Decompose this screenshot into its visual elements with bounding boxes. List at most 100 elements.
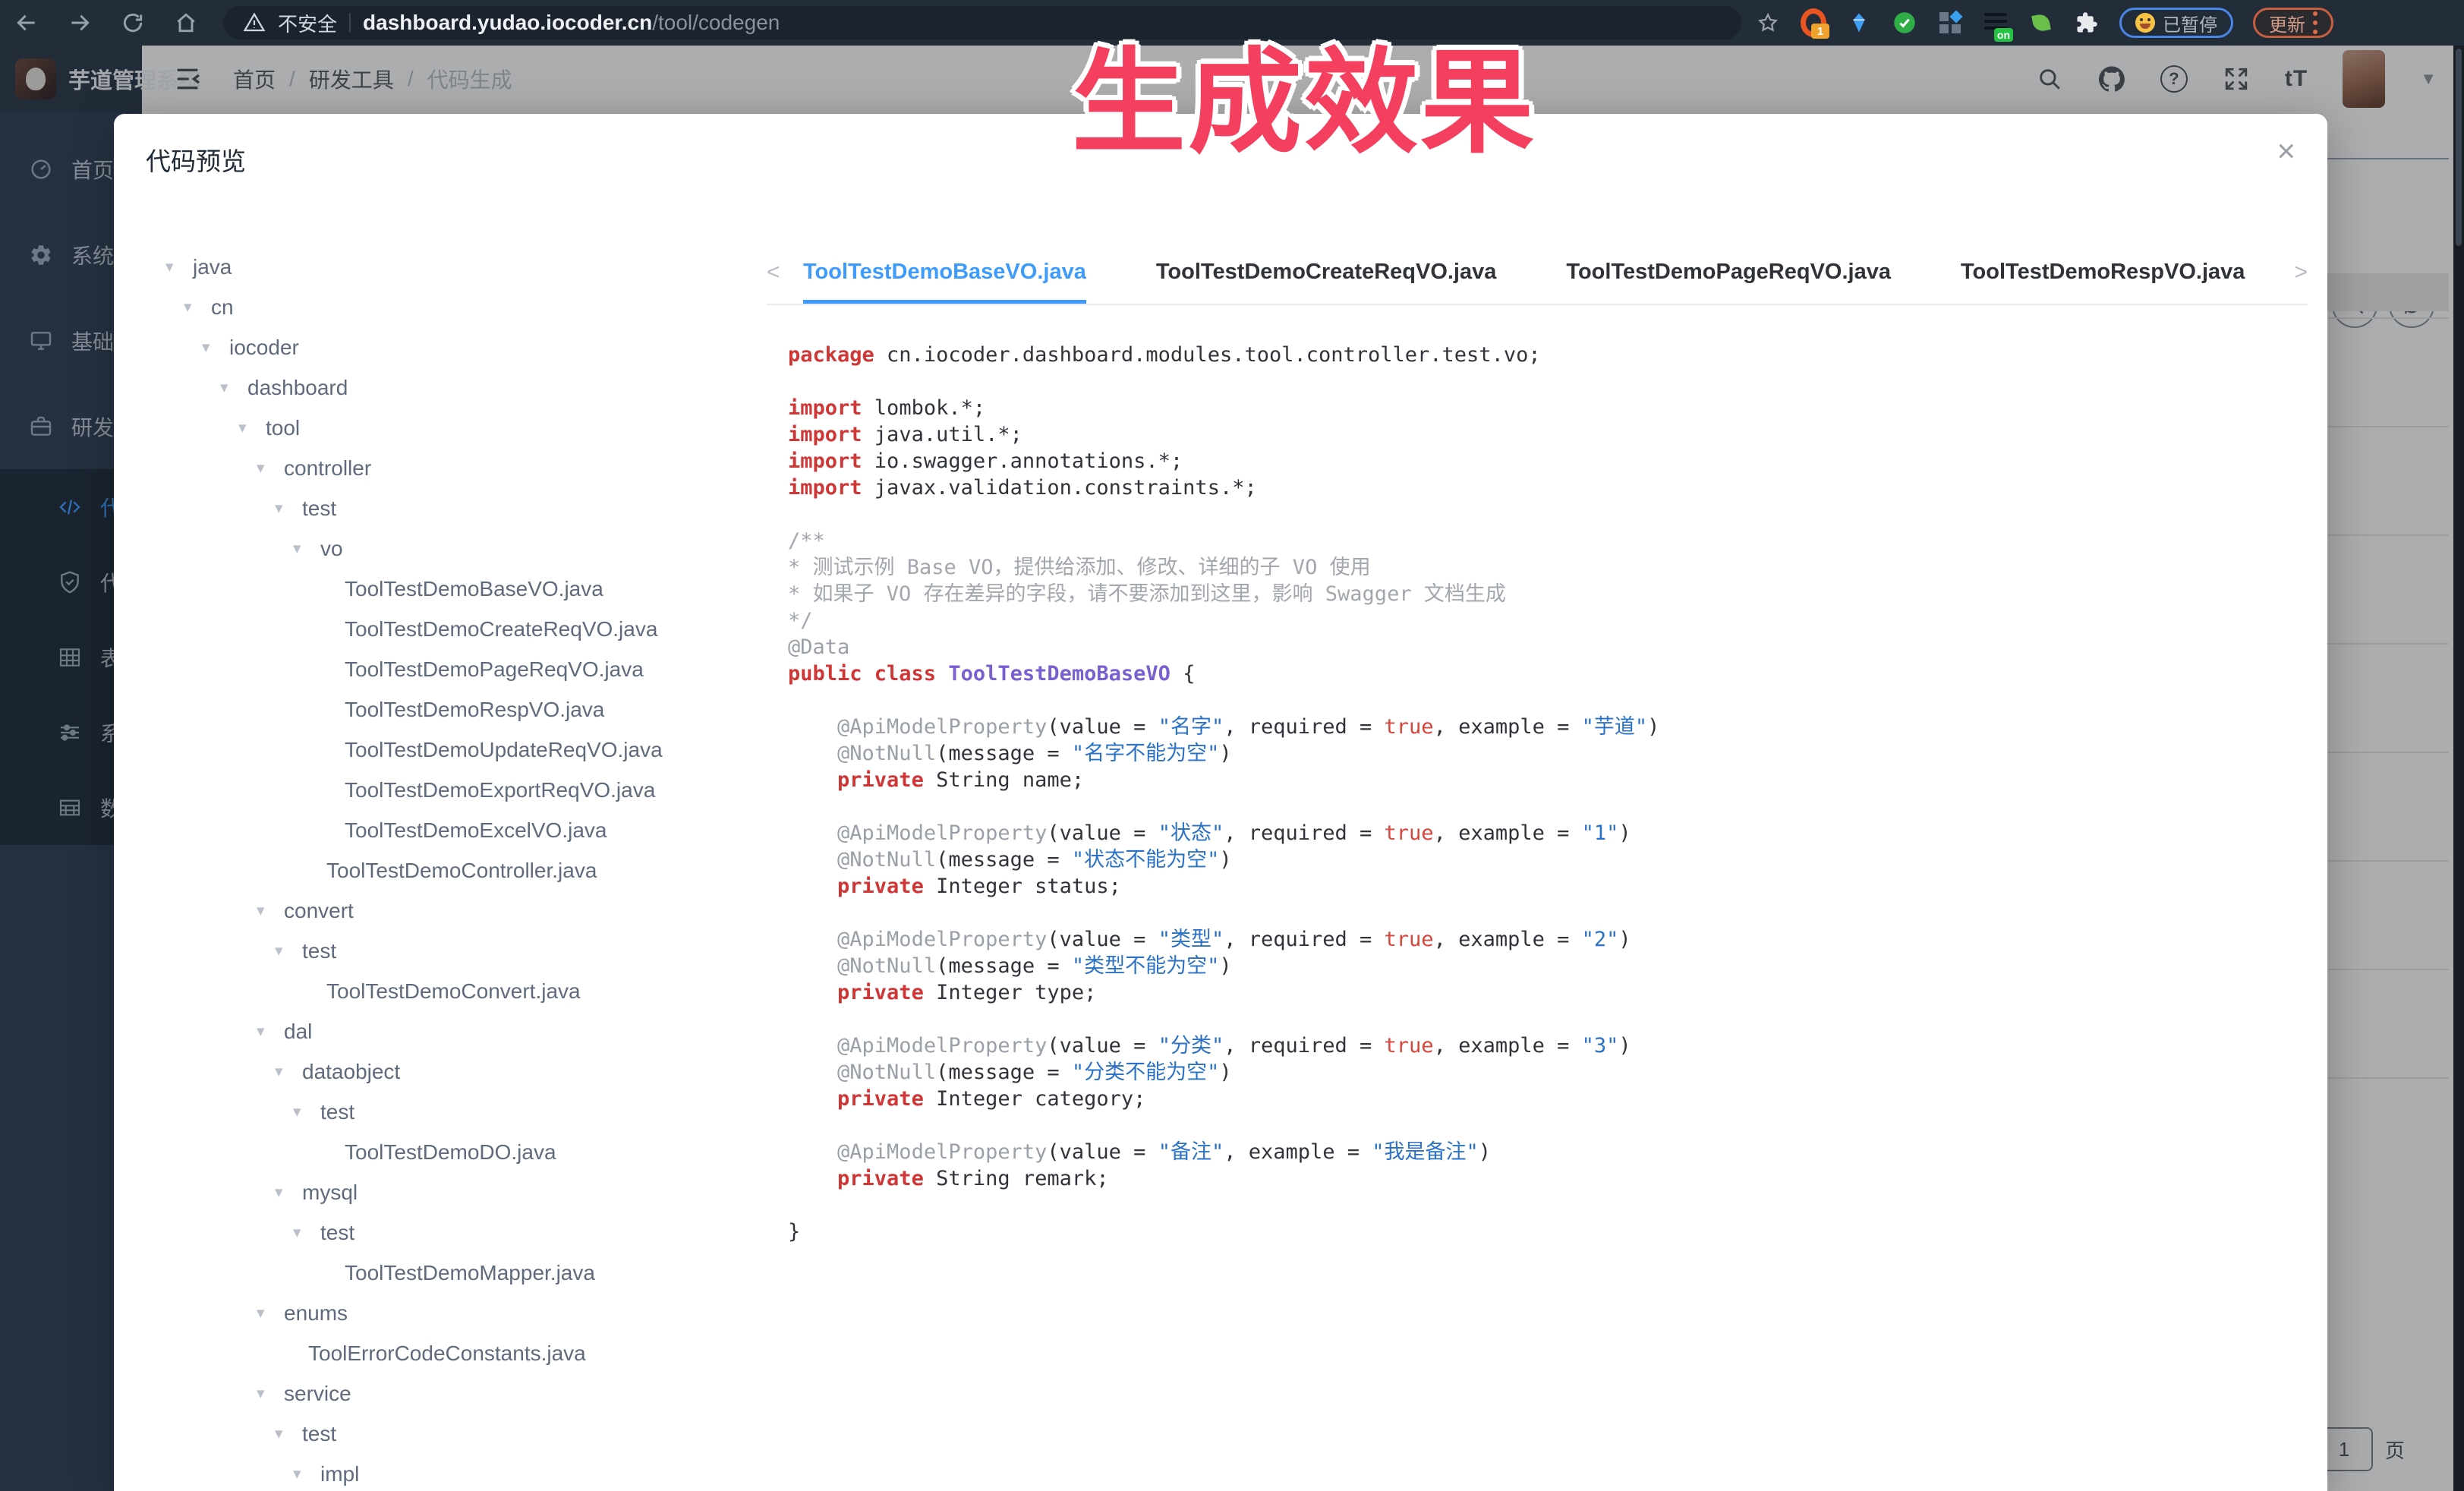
tree-node-label: dataobject	[302, 1060, 400, 1084]
tree-node-folder[interactable]: ▾dataobject	[158, 1051, 774, 1092]
gem-extension-icon[interactable]	[1846, 10, 1872, 36]
code-line: import javax.validation.constraints.*;	[788, 474, 2300, 501]
back-icon[interactable]	[0, 0, 53, 46]
window-scrollbar[interactable]	[2453, 46, 2464, 1491]
code-line: import lombok.*;	[788, 395, 2300, 421]
tree-node-folder[interactable]: ▾controller	[158, 448, 774, 488]
tree-node-file[interactable]: ToolTestDemoPageReqVO.java	[158, 649, 774, 689]
tree-node-file[interactable]: ToolTestDemoUpdateReqVO.java	[158, 730, 774, 770]
caret-down-icon: ▾	[275, 499, 302, 518]
tree-node-label: ToolTestDemoDO.java	[345, 1140, 556, 1165]
code-line: @ApiModelProperty(value = "类型", required…	[788, 926, 2300, 953]
tabs-prev-icon[interactable]: <	[767, 241, 780, 304]
caret-down-icon: ▾	[257, 1384, 284, 1403]
tree-node-file[interactable]: ToolTestDemoExcelVO.java	[158, 810, 774, 850]
tree-node-file[interactable]: ToolTestDemoController.java	[158, 850, 774, 891]
tree-node-label: test	[320, 1100, 354, 1124]
tree-node-label: ToolTestDemoConvert.java	[326, 979, 581, 1004]
tab-ToolTestDemoCreateReqVO.java[interactable]: ToolTestDemoCreateReqVO.java	[1156, 241, 1497, 304]
tree-node-file[interactable]: ToolErrorCodeConstants.java	[158, 1333, 774, 1373]
tree-node-label: ToolErrorCodeConstants.java	[308, 1341, 586, 1366]
tab-ToolTestDemoRespVO.java[interactable]: ToolTestDemoRespVO.java	[1961, 241, 2245, 304]
divider	[349, 13, 351, 33]
tab-ToolTestDemoBaseVO.java[interactable]: ToolTestDemoBaseVO.java	[803, 241, 1086, 304]
on-badge: on	[1994, 28, 2013, 42]
paused-profile-badge[interactable]: 已暂停	[2119, 8, 2233, 38]
menu-dots-icon[interactable]	[2313, 11, 2317, 16]
code-line: private String remark;	[788, 1165, 2300, 1192]
list-on-extension-icon[interactable]: on	[1983, 10, 2009, 36]
tree-node-folder[interactable]: ▾java	[158, 247, 774, 287]
grid-extension-icon[interactable]	[1937, 10, 1963, 36]
reload-icon[interactable]	[106, 0, 159, 46]
bookmark-star-icon[interactable]	[1755, 10, 1781, 36]
code-line: /**	[788, 528, 2300, 554]
code-line: */	[788, 607, 2300, 634]
tree-node-label: convert	[284, 899, 354, 923]
code-line: package cn.iocoder.dashboard.modules.too…	[788, 342, 2300, 368]
tree-node-folder[interactable]: ▾service	[158, 1373, 774, 1414]
ubuntu-extension-icon[interactable]: 1	[1801, 10, 1826, 36]
code-view: package cn.iocoder.dashboard.modules.too…	[788, 342, 2300, 1491]
tree-node-file[interactable]: ToolTestDemoConvert.java	[158, 971, 774, 1011]
tree-node-label: impl	[320, 1462, 359, 1486]
tree-node-folder[interactable]: ▾test	[158, 931, 774, 971]
tree-node-file[interactable]: ToolTestDemoExportReqVO.java	[158, 770, 774, 810]
insecure-warning-icon[interactable]	[243, 11, 266, 34]
tree-node-folder[interactable]: ▾vo	[158, 528, 774, 569]
tree-node-label: ToolTestDemoPageReqVO.java	[345, 657, 644, 682]
leaf-extension-icon[interactable]	[2028, 10, 2054, 36]
tree-node-folder[interactable]: ▾enums	[158, 1293, 774, 1333]
code-line: @NotNull(message = "分类不能为空")	[788, 1059, 2300, 1086]
tree-node-folder[interactable]: ▾impl	[158, 1454, 774, 1491]
tree-node-file[interactable]: ToolTestDemoBaseVO.java	[158, 569, 774, 609]
tree-node-folder[interactable]: ▾dashboard	[158, 367, 774, 408]
code-line: import java.util.*;	[788, 421, 2300, 448]
home-icon[interactable]	[159, 0, 213, 46]
tree-node-label: vo	[320, 537, 343, 561]
code-line: private String name;	[788, 767, 2300, 793]
caret-down-icon: ▾	[257, 459, 284, 478]
code-line	[788, 793, 2300, 820]
url-text: dashboard.yudao.iocoder.cn/tool/codegen	[363, 11, 780, 35]
caret-down-icon: ▾	[275, 941, 302, 960]
tree-node-folder[interactable]: ▾mysql	[158, 1172, 774, 1212]
caret-down-icon: ▾	[293, 539, 320, 558]
tree-node-file[interactable]: ToolTestDemoMapper.java	[158, 1253, 774, 1293]
tree-node-file[interactable]: ToolTestDemoDO.java	[158, 1132, 774, 1172]
code-line: @NotNull(message = "名字不能为空")	[788, 740, 2300, 767]
close-icon[interactable]: ×	[2277, 135, 2295, 167]
tree-node-folder[interactable]: ▾dal	[158, 1011, 774, 1051]
tabs-next-icon[interactable]: >	[2294, 241, 2308, 304]
caret-down-icon: ▾	[257, 1022, 284, 1041]
tree-node-folder[interactable]: ▾test	[158, 488, 774, 528]
update-browser-button[interactable]: 更新	[2253, 8, 2333, 38]
code-line	[788, 368, 2300, 395]
tree-node-label: cn	[211, 295, 234, 320]
tree-node-folder[interactable]: ▾convert	[158, 891, 774, 931]
tree-node-folder[interactable]: ▾cn	[158, 287, 774, 327]
code-line: @ApiModelProperty(value = "备注", example …	[788, 1139, 2300, 1165]
green-circle-extension-icon[interactable]	[1892, 10, 1917, 36]
tree-node-folder[interactable]: ▾test	[158, 1414, 774, 1454]
tree-node-file[interactable]: ToolTestDemoRespVO.java	[158, 689, 774, 730]
tree-node-folder[interactable]: ▾test	[158, 1212, 774, 1253]
tree-node-label: test	[302, 939, 336, 963]
tree-node-folder[interactable]: ▾tool	[158, 408, 774, 448]
tree-node-label: ToolTestDemoExportReqVO.java	[345, 778, 655, 802]
code-line: @ApiModelProperty(value = "状态", required…	[788, 820, 2300, 846]
tree-node-label: ToolTestDemoExcelVO.java	[345, 818, 607, 843]
tree-node-label: enums	[284, 1301, 348, 1326]
tree-node-file[interactable]: ToolTestDemoCreateReqVO.java	[158, 609, 774, 649]
tree-node-label: service	[284, 1382, 351, 1406]
puzzle-extensions-icon[interactable]	[2074, 10, 2100, 36]
code-line	[788, 1112, 2300, 1139]
code-line: * 测试示例 Base VO，提供给添加、修改、详细的子 VO 使用	[788, 554, 2300, 581]
tree-node-folder[interactable]: ▾test	[158, 1092, 774, 1132]
forward-icon[interactable]	[53, 0, 106, 46]
tab-ToolTestDemoPageReqVO.java[interactable]: ToolTestDemoPageReqVO.java	[1566, 241, 1891, 304]
tree-node-label: ToolTestDemoCreateReqVO.java	[345, 617, 657, 641]
tree-node-label: ToolTestDemoUpdateReqVO.java	[345, 738, 663, 762]
tree-node-label: dal	[284, 1020, 312, 1044]
tree-node-folder[interactable]: ▾iocoder	[158, 327, 774, 367]
